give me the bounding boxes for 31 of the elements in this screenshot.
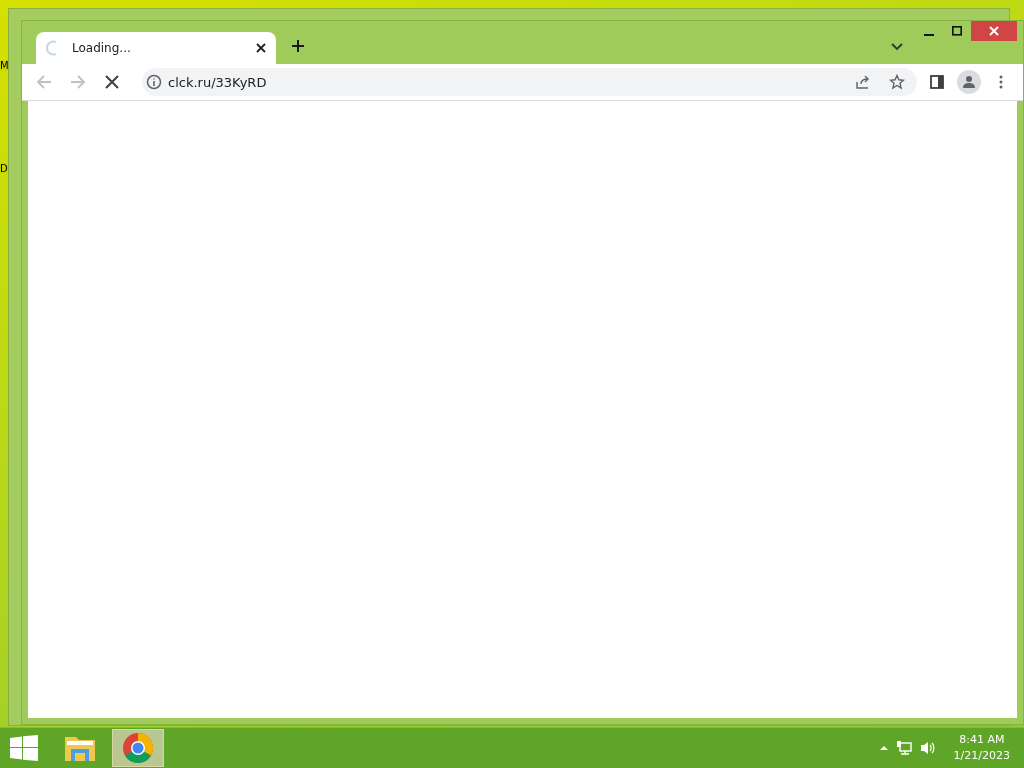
network-icon[interactable] (895, 740, 912, 756)
minimize-icon (924, 34, 934, 36)
star-icon (889, 74, 905, 90)
close-button[interactable] (971, 21, 1017, 41)
info-icon (146, 74, 162, 90)
profile-button[interactable] (957, 70, 981, 94)
taskbar-app-button[interactable] (112, 729, 164, 767)
clock-date: 1/21/2023 (953, 748, 1010, 764)
close-tab-button[interactable] (256, 43, 266, 53)
plus-icon (291, 39, 305, 53)
speaker-icon[interactable] (919, 740, 936, 756)
tab-title: Loading... (72, 41, 132, 55)
address-bar[interactable]: clck.ru/33KyRD (142, 68, 917, 96)
chrome-icon (122, 732, 154, 764)
close-icon (105, 75, 119, 89)
share-icon (855, 74, 871, 90)
maximize-icon (952, 26, 962, 36)
side-panel-icon (930, 75, 944, 89)
show-hidden-icons-button[interactable] (879, 745, 888, 751)
url-text: clck.ru/33KyRD (168, 74, 268, 90)
clock-time: 8:41 AM (959, 732, 1005, 748)
windows-logo-icon (10, 735, 38, 761)
close-icon (256, 43, 266, 53)
browser-tab[interactable]: Loading... (36, 32, 276, 64)
chevron-down-icon (891, 43, 903, 51)
desktop-icon-label: D (0, 163, 8, 174)
person-icon (962, 75, 976, 89)
dots-icon (999, 75, 1003, 89)
close-icon (989, 26, 999, 36)
desktop-icon-label: M (0, 60, 9, 71)
caret-up-icon (879, 745, 888, 751)
